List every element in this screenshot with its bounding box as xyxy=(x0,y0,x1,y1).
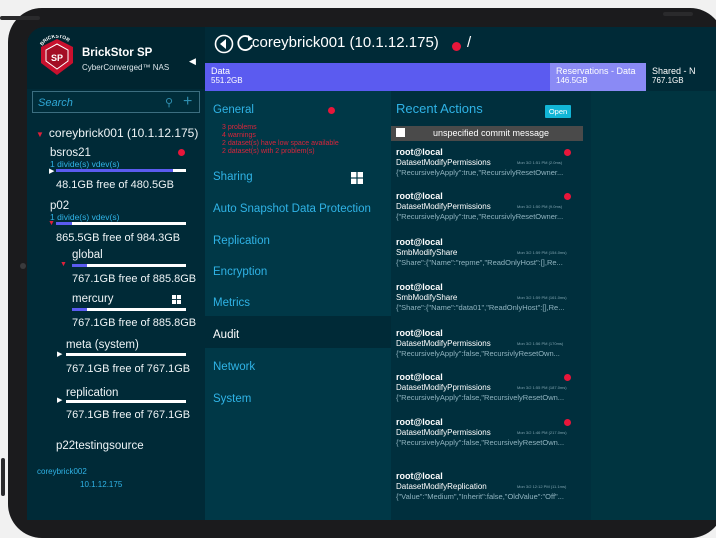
capacity-shared: Shared - N 767.1GB xyxy=(646,63,716,91)
alert-icon xyxy=(328,107,335,114)
recent-action-item[interactable]: root@local DatasetModifyPermissions Mon 3… xyxy=(396,328,586,358)
path-separator: / xyxy=(467,34,472,51)
collapsed-caret-icon[interactable]: ▶ xyxy=(57,350,62,358)
side-button xyxy=(1,458,5,496)
menu-auto-snapshot[interactable]: Auto Snapshot Data Protection xyxy=(213,203,371,215)
other-host-ip: 10.1.12.175 xyxy=(80,480,123,489)
recent-action-item[interactable]: root@local SmbModifyShare Mon 3/2 1:59 PM… xyxy=(396,237,586,267)
brand-header: SP BRICKSTOR BrickStor SP CyberConverged… xyxy=(27,27,205,89)
windows-share-icon xyxy=(172,295,181,304)
tree-root-host[interactable]: ▼ coreybrick001 (10.1.12.175) xyxy=(36,126,198,140)
menu-metrics[interactable]: Metrics xyxy=(213,297,250,309)
search-box: ⚲ + xyxy=(32,91,200,113)
recent-action-item[interactable]: root@local DatasetModifyPermissions Mon 3… xyxy=(396,147,586,177)
alert-icon xyxy=(564,149,571,156)
tree-item-p22testingsource[interactable]: p22testingsource xyxy=(56,440,144,452)
commit-message-bar[interactable]: unspecified commit message xyxy=(391,126,583,141)
alert-icon xyxy=(564,374,571,381)
expanded-caret-icon[interactable]: ▼ xyxy=(36,130,44,139)
brand-title: BrickStor SP xyxy=(82,47,153,59)
alert-icon xyxy=(564,193,571,200)
detail-pane-background xyxy=(591,91,716,520)
search-input[interactable] xyxy=(36,94,150,112)
alert-icon xyxy=(564,419,571,426)
usage-bar xyxy=(56,169,186,172)
brand-subtitle: CyberConverged™ NAS xyxy=(82,63,170,72)
expanded-caret-icon[interactable]: ▼ xyxy=(48,220,55,227)
recent-action-item[interactable]: root@local DatasetModifyPermissions Mon 3… xyxy=(396,417,586,447)
windows-icon xyxy=(351,172,363,184)
back-icon[interactable] xyxy=(214,34,234,54)
recent-action-item[interactable]: root@local DatasetModifyPprmissions Mon 3… xyxy=(396,372,586,402)
menu-general[interactable]: General xyxy=(213,104,254,116)
header: coreybrick001 (10.1.12.175) / xyxy=(205,27,716,63)
brickstor-logo-icon: SP BRICKSTOR xyxy=(39,35,73,75)
recent-actions-panel: Recent Actions Open unspecified commit m… xyxy=(391,91,591,520)
alert-icon xyxy=(178,149,185,156)
top-right-button xyxy=(663,12,693,16)
svg-text:SP: SP xyxy=(51,53,63,63)
header-path: coreybrick001 (10.1.12.175) xyxy=(252,34,439,51)
menu-sharing[interactable]: Sharing xyxy=(213,171,253,183)
screen: SP BRICKSTOR BrickStor SP CyberConverged… xyxy=(27,27,716,520)
recent-actions-title: Recent Actions xyxy=(396,101,483,116)
camera xyxy=(20,263,26,269)
menu-system[interactable]: System xyxy=(213,393,251,405)
menu-audit[interactable]: Audit xyxy=(213,329,239,341)
menu-network[interactable]: Network xyxy=(213,361,255,373)
usage-bar xyxy=(72,308,186,311)
recent-action-item[interactable]: root@local DatasetModifyPermissions Mon 3… xyxy=(396,191,586,221)
recent-action-item[interactable]: root@local DatasetModifyReplication Mon 3… xyxy=(396,471,586,501)
capacity-data: Data 551.2GB xyxy=(205,63,550,91)
top-button xyxy=(0,16,40,20)
other-host-name[interactable]: coreybrick002 xyxy=(37,467,87,476)
recent-action-item[interactable]: root@local SmbModifyShare Mon 3/2 1:59 PM… xyxy=(396,282,586,312)
capacity-reservations: Reservations - Data 146.5GB xyxy=(550,63,646,91)
settings-menu: General 3 problems 4 warnings 2 dataset(… xyxy=(205,91,391,520)
alert-icon xyxy=(452,42,461,51)
add-icon[interactable]: + xyxy=(183,93,192,111)
menu-replication[interactable]: Replication xyxy=(213,235,270,247)
expanded-caret-icon[interactable]: ▼ xyxy=(60,261,67,268)
sidebar: SP BRICKSTOR BrickStor SP CyberConverged… xyxy=(27,27,205,520)
usage-bar xyxy=(72,264,186,267)
usage-bar xyxy=(66,400,186,403)
collapsed-caret-icon[interactable]: ▶ xyxy=(49,167,54,175)
open-button[interactable]: Open xyxy=(545,105,571,118)
menu-encryption[interactable]: Encryption xyxy=(213,266,267,278)
usage-bar xyxy=(56,222,186,225)
save-icon[interactable] xyxy=(396,128,405,137)
search-icon[interactable]: ⚲ xyxy=(165,96,173,109)
usage-bar xyxy=(66,353,186,356)
collapse-sidebar-icon[interactable]: ◀ xyxy=(189,56,196,67)
collapsed-caret-icon[interactable]: ▶ xyxy=(57,396,62,404)
